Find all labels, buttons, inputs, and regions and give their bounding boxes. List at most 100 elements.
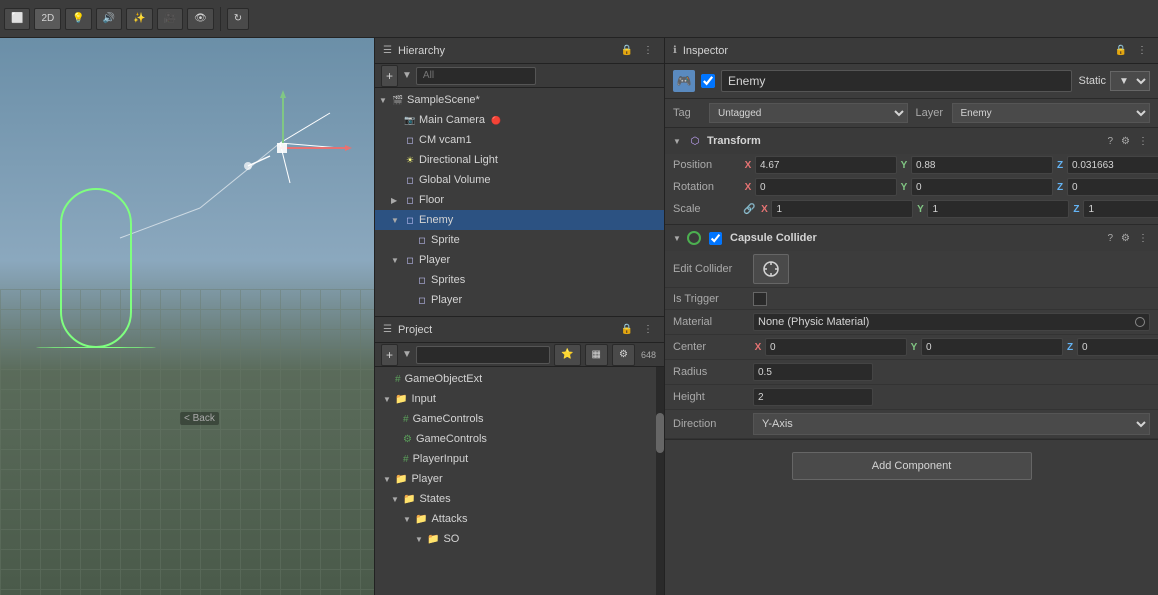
- transform-expand-icon: ▼: [673, 137, 683, 146]
- project-label-playerinput: PlayerInput: [413, 453, 469, 465]
- position-x-input[interactable]: [755, 156, 897, 174]
- project-add-arrow: ▼: [402, 349, 412, 360]
- layer-dropdown[interactable]: Enemy: [952, 103, 1151, 123]
- expand-icon: ▼: [391, 495, 401, 504]
- project-label-gamecontrols2: GameControls: [416, 433, 487, 445]
- toolbar-2d-btn[interactable]: 2D: [34, 8, 61, 30]
- scale-z-input[interactable]: [1083, 200, 1158, 218]
- collider-settings-btn[interactable]: ⚙: [1119, 233, 1132, 244]
- project-item-input[interactable]: ▼ 📁 Input: [375, 389, 664, 409]
- toolbar-rotate-btn[interactable]: ↻: [227, 8, 249, 30]
- rotation-y-input[interactable]: [911, 178, 1053, 196]
- object-name-input[interactable]: [721, 70, 1072, 92]
- is-trigger-label: Is Trigger: [673, 293, 753, 305]
- back-label[interactable]: < Back: [180, 412, 219, 425]
- project-item-attacks[interactable]: ▼ 📁 Attacks: [375, 509, 664, 529]
- toolbar-fx-btn[interactable]: ✨: [126, 8, 152, 30]
- center-x-input[interactable]: [765, 338, 907, 356]
- position-z-input[interactable]: [1067, 156, 1158, 174]
- collider-help-btn[interactable]: ?: [1105, 233, 1115, 244]
- collider-more-btn[interactable]: ⋮: [1136, 233, 1150, 244]
- project-item-so[interactable]: ▼ 📁 SO: [375, 529, 664, 549]
- expand-icon: ▼: [383, 395, 393, 404]
- project-item-states[interactable]: ▼ 📁 States: [375, 489, 664, 509]
- folder-icon: 📁: [395, 474, 407, 485]
- toolbar-light-btn[interactable]: 💡: [65, 8, 91, 30]
- edit-collider-button[interactable]: [753, 254, 789, 284]
- hierarchy-item-cmvcam1[interactable]: ◻ CM vcam1: [375, 130, 664, 150]
- transform-settings-btn[interactable]: ⚙: [1119, 136, 1132, 147]
- hierarchy-item-dirlight[interactable]: ☀ Directional Light: [375, 150, 664, 170]
- project-label-input: Input: [411, 393, 435, 405]
- toolbar-sep-1: [220, 7, 221, 31]
- is-trigger-row: Is Trigger: [665, 288, 1158, 310]
- project-view-btn[interactable]: ▦: [585, 344, 608, 366]
- project-item-gamecontrols1[interactable]: # GameControls: [375, 409, 664, 429]
- hierarchy-more-btn[interactable]: ⋮: [640, 44, 656, 57]
- toolbar-transform-btn[interactable]: ⬜: [4, 8, 30, 30]
- hierarchy-add-btn[interactable]: +: [381, 65, 398, 87]
- project-lock-btn[interactable]: 🔒: [618, 323, 636, 336]
- project-favorite-btn[interactable]: ⭐: [554, 344, 580, 366]
- tag-dropdown[interactable]: Untagged: [709, 103, 908, 123]
- hierarchy-item-sprites[interactable]: ◻ Sprites: [375, 270, 664, 290]
- inspector-lock-btn[interactable]: 🔒: [1112, 44, 1130, 57]
- material-field[interactable]: None (Physic Material): [753, 313, 1150, 331]
- radius-input[interactable]: [753, 363, 873, 381]
- project-add-btn[interactable]: +: [381, 344, 398, 366]
- project-item-playerinput[interactable]: # PlayerInput: [375, 449, 664, 469]
- project-item-playerfolder[interactable]: ▼ 📁 Player: [375, 469, 664, 489]
- hierarchy-item-sprite[interactable]: ◻ Sprite: [375, 230, 664, 250]
- capsule-base-line: [36, 347, 156, 348]
- rotation-z-input[interactable]: [1067, 178, 1158, 196]
- toolbar-gizmos-btn[interactable]: 👁: [187, 8, 214, 30]
- material-dot[interactable]: [1135, 317, 1145, 327]
- object-enabled-checkbox[interactable]: [701, 74, 715, 88]
- link-icon[interactable]: 🔗: [743, 204, 755, 215]
- hierarchy-item-player[interactable]: ▼ ◻ Player: [375, 250, 664, 270]
- project-item-gameobjectext[interactable]: # GameObjectExt: [375, 369, 664, 389]
- hierarchy-item-maincamera[interactable]: 📷 Main Camera 🔴: [375, 110, 664, 130]
- project-search-input[interactable]: [416, 346, 550, 364]
- direction-dropdown[interactable]: Y-Axis: [753, 413, 1150, 435]
- hierarchy-item-floor[interactable]: ▶ ◻ Floor: [375, 190, 664, 210]
- height-input[interactable]: [753, 388, 873, 406]
- scale-row: Scale 🔗 X Y Z: [665, 198, 1158, 220]
- is-trigger-checkbox[interactable]: [753, 292, 767, 306]
- collider-enabled-checkbox[interactable]: [709, 232, 722, 245]
- hierarchy-item-enemy[interactable]: ▼ ◻ Enemy: [375, 210, 664, 230]
- project-panel: ☰ Project 🔒 ⋮ + ▼ ⭐ ▦ ⚙ 648: [375, 316, 664, 595]
- position-y-input[interactable]: [911, 156, 1053, 174]
- material-row: Material None (Physic Material): [665, 310, 1158, 335]
- tag-layer-row: Tag Untagged Layer Enemy: [665, 99, 1158, 128]
- scale-y-input[interactable]: [927, 200, 1069, 218]
- scale-x-input[interactable]: [771, 200, 913, 218]
- scene-view[interactable]: < Back: [0, 38, 375, 595]
- expand-icon: ▼: [415, 535, 425, 544]
- project-scrollbar[interactable]: [656, 367, 664, 595]
- center-z-input[interactable]: [1077, 338, 1158, 356]
- hierarchy-label-sprites: Sprites: [431, 274, 465, 286]
- project-settings-btn[interactable]: ⚙: [612, 344, 635, 366]
- center-y-input[interactable]: [921, 338, 1063, 356]
- rotation-label: Rotation: [673, 181, 743, 193]
- add-component-button[interactable]: Add Component: [792, 452, 1032, 480]
- project-more-btn[interactable]: ⋮: [640, 323, 656, 336]
- capsule-collider-header[interactable]: ▼ Capsule Collider ? ⚙ ⋮: [665, 225, 1158, 251]
- hierarchy-item-globalvolume[interactable]: ◻ Global Volume: [375, 170, 664, 190]
- hierarchy-label-playerchild: Player: [431, 294, 462, 306]
- hierarchy-search-input[interactable]: [416, 67, 536, 85]
- hierarchy-lock-btn[interactable]: 🔒: [618, 44, 636, 57]
- project-item-gamecontrols2[interactable]: ⚙ GameControls: [375, 429, 664, 449]
- rotation-x-input[interactable]: [755, 178, 897, 196]
- toolbar-scene-btn[interactable]: 🎥: [157, 8, 183, 30]
- toolbar-audio-btn[interactable]: 🔊: [96, 8, 122, 30]
- inspector-more-btn[interactable]: ⋮: [1134, 44, 1150, 57]
- transform-help-btn[interactable]: ?: [1105, 136, 1115, 147]
- transform-header[interactable]: ▼ ⬡ Transform ? ⚙ ⋮: [665, 128, 1158, 154]
- expand-icon: ▼: [403, 515, 413, 524]
- static-dropdown[interactable]: ▼: [1110, 71, 1150, 91]
- hierarchy-item-samplescene[interactable]: ▼ 🎬 SampleScene*: [375, 90, 664, 110]
- hierarchy-item-player-child[interactable]: ◻ Player: [375, 290, 664, 310]
- transform-more-btn[interactable]: ⋮: [1136, 136, 1150, 147]
